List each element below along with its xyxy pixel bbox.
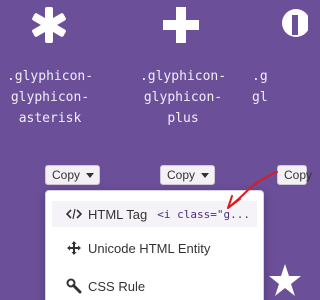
star-icon xyxy=(269,264,301,296)
caret-down-icon xyxy=(86,172,95,178)
menu-item-label: CSS Rule xyxy=(88,278,146,294)
caret-down-icon xyxy=(201,172,210,178)
glyphicon-asterisk-label: .glyphicon- glyphicon- asterisk xyxy=(6,69,94,126)
copy-button-asterisk[interactable]: Copy xyxy=(45,165,100,185)
code-icon xyxy=(66,206,82,222)
plus-icon xyxy=(163,7,199,43)
wrench-icon xyxy=(66,278,82,294)
menu-item-label: HTML Tag xyxy=(88,206,148,222)
menu-item-unicode-entity[interactable]: Unicode HTML Entity xyxy=(52,235,257,261)
copy-button-label: Copy xyxy=(167,168,196,182)
copy-button-label: Copy xyxy=(52,168,81,182)
glyphicon-plus-label: .glyphicon- glyphicon- plus xyxy=(139,69,227,126)
glyphicon-partial-label: .g gl xyxy=(252,69,268,105)
copy-button-label: Copy xyxy=(284,168,313,182)
annotation-arrow-icon xyxy=(227,171,278,209)
move-icon xyxy=(66,240,82,256)
menu-item-css-rule[interactable]: CSS Rule xyxy=(52,273,257,299)
menu-item-label: Unicode HTML Entity xyxy=(88,240,211,256)
copy-button-plus[interactable]: Copy xyxy=(160,165,215,185)
partial-icon xyxy=(282,9,308,37)
asterisk-icon xyxy=(32,7,66,43)
